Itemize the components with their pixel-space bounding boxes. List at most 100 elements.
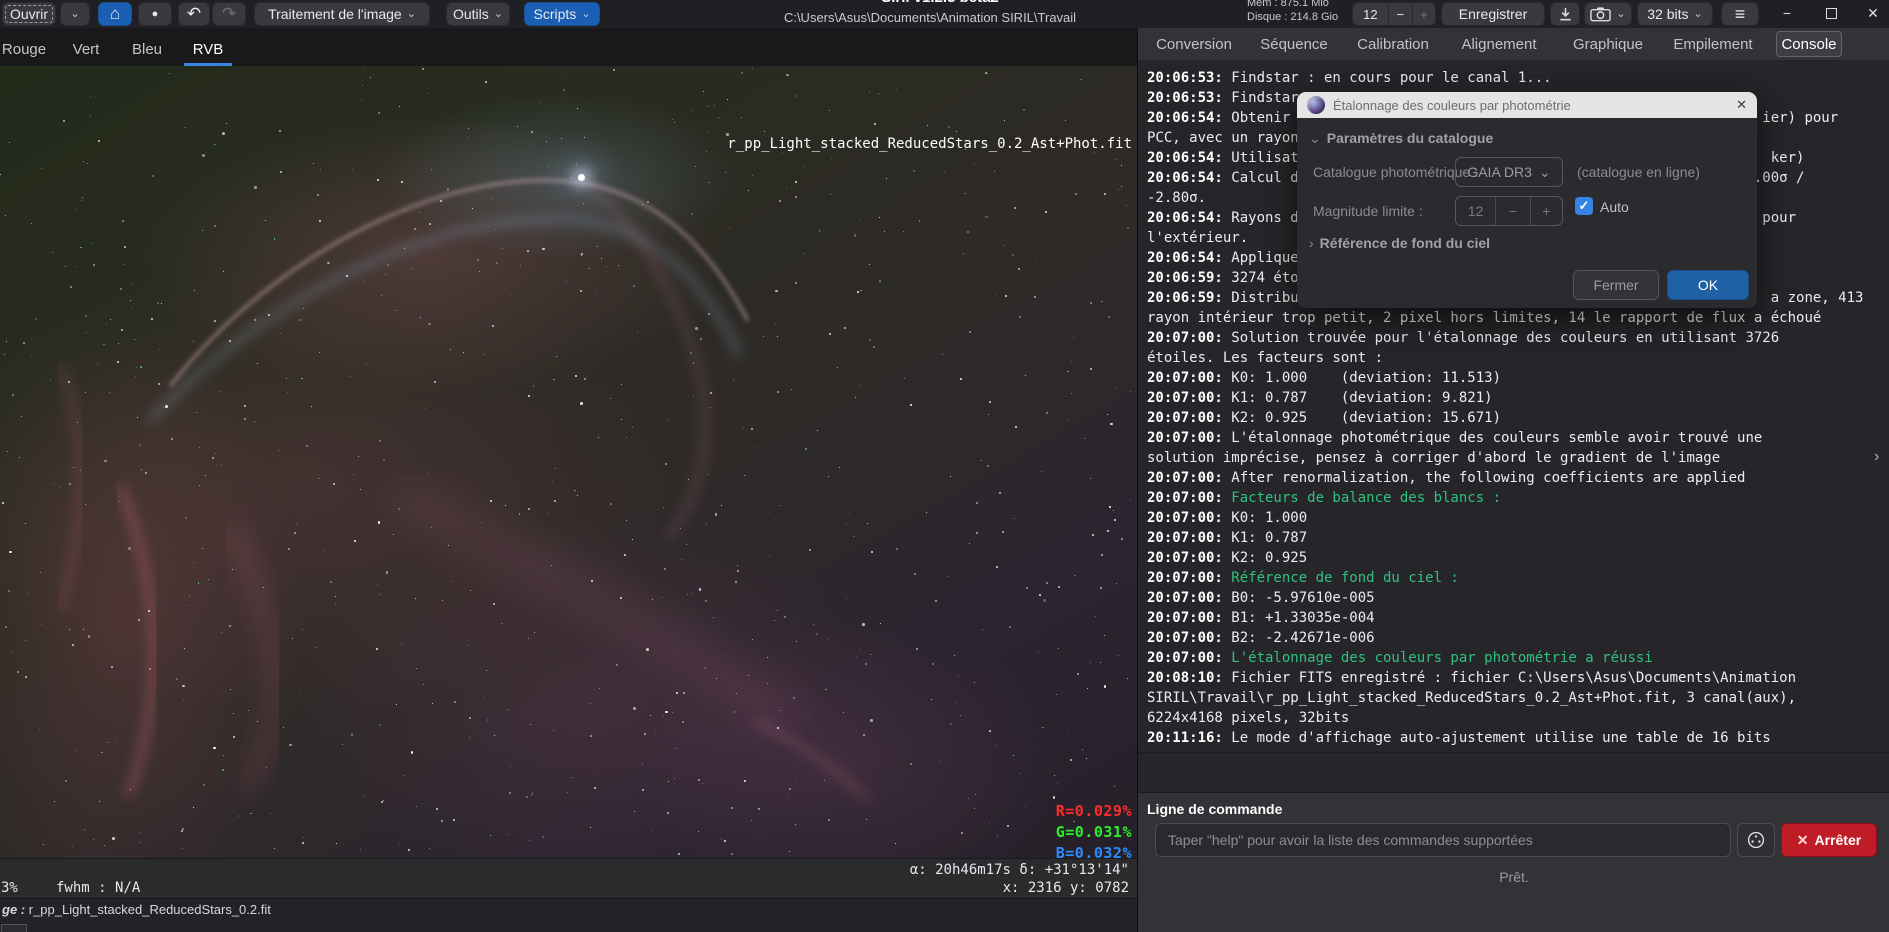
- tab-console[interactable]: Console: [1776, 31, 1842, 57]
- magnitude-value: 12: [1456, 197, 1496, 225]
- catalog-section-header[interactable]: ⌄ Paramètres du catalogue: [1309, 130, 1493, 147]
- pixel-value-red: R=0.029%: [880, 802, 1132, 820]
- console-line: 20:11:16: Le mode d'affichage auto-ajust…: [1147, 728, 1889, 748]
- download-icon: [1558, 7, 1573, 22]
- tab-vert[interactable]: Vert: [66, 36, 106, 62]
- home-icon: ⌂: [110, 4, 120, 24]
- stop-x-icon: ✕: [1797, 832, 1809, 849]
- catalog-label: Catalogue photométrique :: [1313, 164, 1478, 180]
- magnitude-stepper[interactable]: 12 − +: [1455, 196, 1563, 226]
- tab-rvb[interactable]: RVB: [186, 36, 230, 62]
- tab-graphique[interactable]: Graphique: [1566, 31, 1650, 57]
- tools-menu[interactable]: Outils⌄: [446, 2, 510, 26]
- undo-button[interactable]: ↶: [178, 2, 210, 26]
- record-icon: ●: [152, 8, 159, 20]
- scripts-menu[interactable]: Scripts ⌄: [524, 2, 600, 26]
- corner-widget-partial: [1, 924, 27, 932]
- open-button[interactable]: Ouvrir: [2, 2, 56, 26]
- image-viewport[interactable]: r_pp_Light_stacked_ReducedStars_0.2_Ast+…: [0, 66, 1137, 858]
- dialog-fermer-button[interactable]: Fermer: [1573, 270, 1659, 300]
- auto-checkbox[interactable]: ✓: [1575, 197, 1593, 215]
- siril-app-icon: [1307, 96, 1325, 114]
- console-line: SIRIL\Travail\r_pp_Light_stacked_Reduced…: [1147, 688, 1889, 708]
- scripts-label: Scripts: [533, 6, 576, 22]
- siril-window: Ouvrir ⌄ ⌂ ● ↶ ↷ Traitement de l'image⌄ …: [0, 0, 1889, 932]
- tab-rouge[interactable]: Rouge: [0, 36, 48, 62]
- chevron-down-icon: ⌄: [1309, 130, 1321, 146]
- pixel-coordinates: x: 2316 y: 0782: [1003, 880, 1129, 896]
- home-button[interactable]: ⌂: [98, 2, 132, 26]
- chevron-right-icon: ›: [1309, 235, 1314, 251]
- command-reference-button[interactable]: [1737, 823, 1775, 857]
- console-line: 20:07:00: B1: +1.33035e-004: [1147, 608, 1889, 628]
- command-input[interactable]: [1155, 823, 1731, 857]
- redo-button[interactable]: ↷: [212, 2, 246, 26]
- dialog-close-button[interactable]: ✕: [1736, 97, 1747, 113]
- console-line: 20:07:00: K1: 0.787 (deviation: 9.821): [1147, 388, 1889, 408]
- save-as-button[interactable]: [1550, 2, 1580, 26]
- maximize-button[interactable]: [1816, 0, 1846, 26]
- tab-conversion[interactable]: Conversion: [1151, 31, 1237, 57]
- stop-button[interactable]: ✕Arrêter: [1781, 823, 1877, 857]
- console-line: 20:07:00: K0: 1.000 (deviation: 11.513): [1147, 368, 1889, 388]
- chevron-down-icon: ⌄: [407, 9, 416, 19]
- zoom-stepper[interactable]: 12 − +: [1352, 2, 1436, 26]
- tab-calibration[interactable]: Calibration: [1350, 31, 1436, 57]
- console-line: rayon intérieur trop petit, 2 pixel hors…: [1147, 308, 1889, 328]
- console-line: 20:07:00: B0: -5.97610e-005: [1147, 588, 1889, 608]
- command-line-section: Ligne de commande ✕Arrêter Prêt.: [1137, 792, 1889, 932]
- close-button[interactable]: ✕: [1858, 0, 1888, 26]
- console-line: 20:07:00: K2: 0.925: [1147, 548, 1889, 568]
- maximize-icon: [1826, 8, 1837, 19]
- open-button-label: Ouvrir: [10, 6, 48, 22]
- current-image-name: ge : r_pp_Light_stacked_ReducedStars_0.2…: [2, 902, 271, 917]
- background-section-header[interactable]: › Référence de fond du ciel: [1309, 235, 1490, 251]
- dialog-titlebar[interactable]: Étalonnage des couleurs par photométrie …: [1297, 92, 1757, 118]
- magnitude-plus-button[interactable]: +: [1531, 197, 1562, 225]
- dialog-ok-button[interactable]: OK: [1667, 270, 1749, 300]
- chevron-down-icon: ⌄: [581, 9, 590, 19]
- background-section-label: Référence de fond du ciel: [1320, 235, 1490, 251]
- chevron-down-icon: ⌄: [1616, 9, 1625, 19]
- fwhm-readout: fwhm : N/A: [56, 880, 140, 896]
- bit-depth-select[interactable]: 32 bits⌄: [1637, 2, 1713, 26]
- console-line: étoiles. Les facteurs sont :: [1147, 348, 1889, 368]
- image-processing-menu[interactable]: Traitement de l'image⌄: [254, 2, 430, 26]
- console-line: 20:07:00: L'étalonnage des couleurs par …: [1147, 648, 1889, 668]
- magnitude-minus-button[interactable]: −: [1496, 197, 1530, 225]
- memory-disk-info: Mém : 875.1 Mio Disque : 214.8 Gio: [1247, 0, 1338, 24]
- catalog-select[interactable]: GAIA DR3 ⌄: [1455, 157, 1563, 187]
- hamburger-menu-button[interactable]: ≡: [1721, 2, 1759, 26]
- image-filename-overlay: r_pp_Light_stacked_ReducedStars_0.2_Ast+…: [380, 136, 1132, 152]
- tab-empilement[interactable]: Empilement: [1666, 31, 1760, 57]
- disk-info: Disque : 214.8 Gio: [1247, 10, 1338, 24]
- console-line: 20:07:00: K1: 0.787: [1147, 528, 1889, 548]
- image-name-value: r_pp_Light_stacked_ReducedStars_0.2.fit: [29, 902, 271, 917]
- toolbar: Ouvrir ⌄ ⌂ ● ↶ ↷ Traitement de l'image⌄ …: [0, 0, 1889, 29]
- zoom-minus-button[interactable]: −: [1389, 3, 1413, 25]
- working-directory-path: C:\Users\Asus\Documents\Animation SIRIL\…: [610, 10, 1250, 25]
- snapshot-button[interactable]: ⌄: [1584, 2, 1632, 26]
- chevron-down-icon: ⌄: [1539, 164, 1551, 181]
- zoom-plus-button[interactable]: +: [1413, 3, 1435, 25]
- minimize-button[interactable]: −: [1772, 0, 1802, 26]
- save-button[interactable]: Enregistrer: [1441, 2, 1545, 26]
- command-line-label: Ligne de commande: [1147, 801, 1282, 817]
- catalog-section-label: Paramètres du catalogue: [1327, 130, 1494, 146]
- dialog-title: Étalonnage des couleurs par photométrie: [1333, 98, 1728, 113]
- tab-sequence[interactable]: Séquence: [1254, 31, 1334, 57]
- chevron-down-icon: ⌄: [70, 9, 79, 19]
- image-label-prefix: ge :: [2, 902, 25, 917]
- catalog-selected-value: GAIA DR3: [1467, 164, 1532, 180]
- memory-info: Mém : 875.1 Mio: [1247, 0, 1338, 10]
- save-button-label: Enregistrer: [1459, 6, 1527, 22]
- tab-bleu[interactable]: Bleu: [126, 36, 168, 62]
- chevron-down-icon: ⌄: [1694, 9, 1703, 19]
- console-line: 20:07:00: Solution trouvée pour l'étalon…: [1147, 328, 1889, 348]
- open-dropdown-button[interactable]: ⌄: [60, 2, 90, 26]
- bright-star: [578, 174, 585, 181]
- console-line: 20:07:00: L'étalonnage photométrique des…: [1147, 428, 1889, 448]
- panel-expander-arrow[interactable]: ›: [1874, 448, 1879, 466]
- record-button[interactable]: ●: [138, 2, 172, 26]
- tab-alignement[interactable]: Alignement: [1454, 31, 1544, 57]
